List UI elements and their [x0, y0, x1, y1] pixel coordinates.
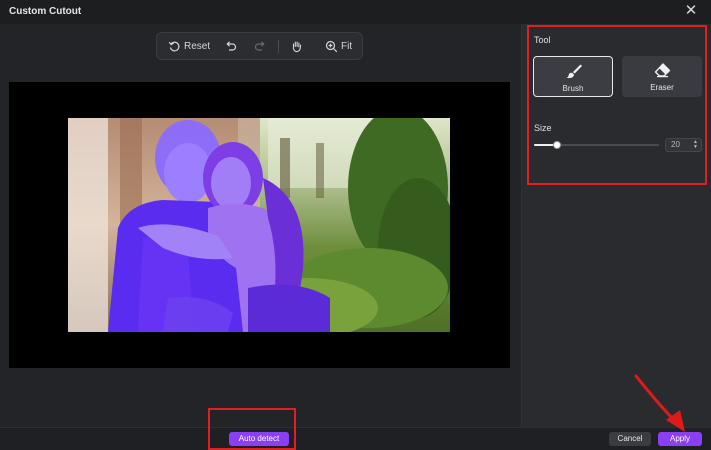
- redo-icon: [254, 41, 265, 51]
- eraser-button[interactable]: Eraser: [622, 56, 702, 97]
- canvas-toolbar: Reset Fit: [156, 32, 363, 60]
- undo-button[interactable]: [225, 33, 237, 59]
- decrement-icon[interactable]: ▼: [692, 145, 699, 150]
- hand-icon: [292, 40, 302, 52]
- size-value: 20: [671, 140, 680, 149]
- title-bar: Custom Cutout ✕: [0, 0, 711, 24]
- close-icon[interactable]: ✕: [683, 3, 699, 19]
- photo-image: [68, 118, 450, 332]
- toolbar-divider: [278, 40, 279, 53]
- window-title: Custom Cutout: [9, 6, 82, 17]
- fit-label: Fit: [341, 40, 353, 52]
- image-stage[interactable]: [9, 82, 510, 368]
- size-slider-handle[interactable]: [552, 141, 561, 149]
- brush-icon: [566, 64, 582, 79]
- eraser-icon: [654, 63, 671, 78]
- size-input[interactable]: 20 ▲ ▼: [665, 138, 702, 152]
- cutout-photo[interactable]: [68, 118, 450, 332]
- tool-heading: Tool: [534, 35, 551, 45]
- pan-button[interactable]: [290, 33, 303, 59]
- auto-detect-highlight-box: [208, 408, 296, 450]
- tool-highlight-box: Tool Brush Eraser Size 20 ▲ ▼: [527, 25, 707, 185]
- size-heading: Size: [534, 123, 552, 133]
- brush-label: Brush: [562, 84, 584, 93]
- eraser-label: Eraser: [650, 83, 674, 92]
- size-slider[interactable]: [534, 141, 659, 149]
- reset-button[interactable]: Reset: [168, 33, 210, 59]
- zoom-icon: [325, 40, 338, 52]
- reset-label: Reset: [184, 40, 211, 52]
- undo-icon: [226, 41, 237, 51]
- brush-button[interactable]: Brush: [533, 56, 613, 97]
- bottom-bar: Auto detect Cancel Apply: [0, 427, 711, 450]
- reset-icon: [168, 41, 180, 51]
- fit-button[interactable]: Fit: [325, 33, 352, 59]
- pointer-arrow-icon: [634, 374, 685, 432]
- canvas-area: Reset Fit: [0, 24, 521, 427]
- side-panel: Tool Brush Eraser Size 20 ▲ ▼: [521, 24, 711, 427]
- redo-button[interactable]: [254, 33, 266, 59]
